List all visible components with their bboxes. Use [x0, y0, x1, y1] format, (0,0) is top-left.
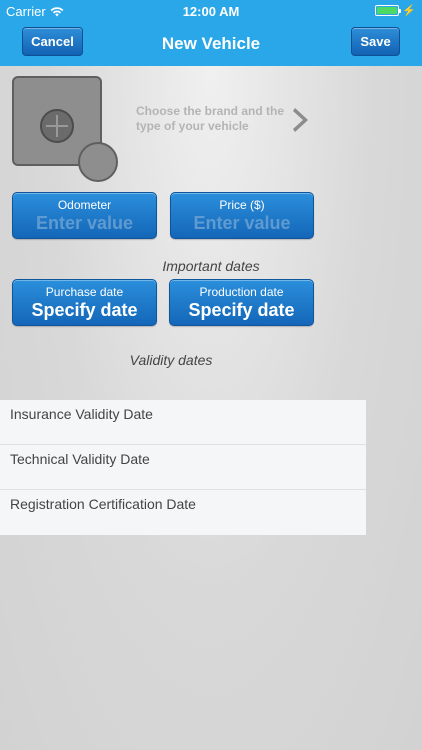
choose-brand-hint[interactable]: Choose the brand and the type of your ve…	[136, 104, 286, 134]
odometer-placeholder: Enter value	[35, 213, 134, 233]
form-content: Choose the brand and the type of your ve…	[0, 66, 422, 750]
production-date-value: Specify date	[188, 300, 295, 320]
brand-image-knob	[78, 142, 118, 182]
status-right: ⚡	[375, 4, 416, 17]
status-bar: Carrier 12:00 AM ⚡	[0, 0, 422, 22]
price-field[interactable]: Price ($) Enter value	[170, 192, 314, 239]
charging-icon: ⚡	[402, 5, 416, 17]
purchase-date-button[interactable]: Purchase date Specify date	[12, 279, 157, 326]
validity-dates-heading: Validity dates	[129, 352, 213, 368]
list-item[interactable]: Insurance Validity Date	[0, 400, 366, 445]
battery-icon	[375, 5, 402, 16]
navigation-bar: Cancel New Vehicle Save	[0, 22, 422, 66]
odometer-label: Odometer	[57, 198, 112, 212]
purchase-date-label: Purchase date	[45, 285, 124, 299]
purchase-date-value: Specify date	[31, 300, 138, 320]
screw-icon	[40, 109, 74, 143]
production-date-label: Production date	[199, 285, 284, 299]
price-label: Price ($)	[219, 198, 265, 212]
price-placeholder: Enter value	[193, 213, 291, 233]
list-item[interactable]: Technical Validity Date	[0, 445, 366, 490]
save-button[interactable]: Save	[351, 27, 400, 56]
important-dates-heading: Important dates	[162, 258, 260, 274]
production-date-button[interactable]: Production date Specify date	[169, 279, 314, 326]
list-item[interactable]: Registration Certification Date	[0, 490, 366, 535]
chevron-right-icon[interactable]	[292, 106, 312, 139]
odometer-field[interactable]: Odometer Enter value	[12, 192, 157, 239]
validity-dates-list: Insurance Validity Date Technical Validi…	[0, 400, 366, 535]
status-time: 12:00 AM	[182, 4, 240, 19]
